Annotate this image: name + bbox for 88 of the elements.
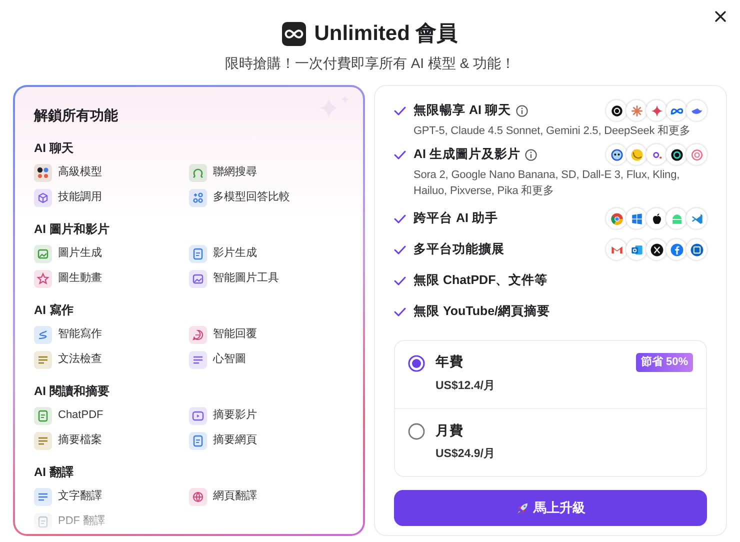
feature-label: PDF 翻譯 (58, 514, 106, 530)
image-icon (189, 270, 208, 288)
feature-label: 心智圖 (213, 352, 246, 368)
section-heading: AI 圖片和影片 (34, 220, 110, 238)
starburst-logo-icon (626, 100, 647, 121)
infinity-logo-icon (282, 22, 306, 46)
plan-option[interactable]: 月費 US$24.9/月 (395, 408, 706, 476)
section-heading: AI 翻譯 (34, 464, 74, 480)
feature-label: 摘要影片 (213, 408, 258, 424)
feature-label: 聯網搜尋 (213, 165, 258, 180)
benefit-title: 跨平台 AI 助手 (413, 210, 498, 228)
benefit-detail: Sora 2, Google Nano Banana, SD, Dall-E 3, Flux, Kling, Hailuo, Pixverse, Pika 和更多 (412, 168, 681, 198)
image-icon (34, 244, 52, 262)
dialog-subtitle: 限時搶購！一次付費即享所有 AI 模型 & 功能！ (224, 54, 516, 72)
check-icon (394, 244, 406, 254)
plan-price: US$12.4/月 (435, 378, 496, 394)
close-icon (714, 10, 726, 22)
dot-ring-logo-icon (646, 144, 667, 165)
plan-name: 月費 (435, 422, 464, 440)
chat-bubble-icon (189, 326, 208, 344)
loop-logo-icon (666, 100, 687, 121)
feature-label: 摘要檔案 (58, 432, 102, 448)
benefit-title: 無限暢享 AI 聊天 (413, 102, 511, 120)
lines-icon (34, 432, 52, 450)
face-logo-icon (606, 144, 627, 165)
swirl-logo-icon (686, 144, 707, 165)
document-icon (189, 432, 208, 450)
benefit-detail: GPT-5, Claude 4.5 Sonnet, Gemini 2.5, DeepSeek 和更多 (412, 124, 692, 138)
browser-logo-icon (606, 208, 627, 229)
upgrade-button[interactable]: 馬上升級 (394, 490, 707, 526)
feature-label: 多模型回答比較 (213, 190, 290, 206)
whale-logo-icon (686, 100, 707, 121)
benefit-title: 無限 ChatPDF、文件等 (413, 272, 548, 290)
feature-label: 圖片生成 (58, 246, 102, 262)
section-heading: AI 聊天 (34, 140, 74, 156)
feature-label: 高級模型 (58, 164, 102, 180)
code-editor-logo-icon (686, 208, 707, 229)
check-icon (394, 276, 406, 286)
radio-button[interactable] (408, 354, 426, 372)
check-icon (394, 106, 406, 116)
circle-f-logo-icon (666, 239, 687, 260)
benefit-title: 無限 YouTube/網頁摘要 (413, 303, 550, 320)
square-logo-icon (686, 239, 707, 260)
plan-name: 年費 (435, 353, 464, 372)
banana-logo-icon (626, 144, 647, 165)
feature-label: 摘要網頁 (213, 432, 258, 448)
benefit-title: AI 生成圖片及影片 (413, 146, 520, 164)
app-grid-icon (34, 164, 52, 182)
envelope-logo-icon (626, 239, 647, 260)
document-icon (34, 406, 52, 424)
check-icon (394, 306, 406, 316)
lines-icon (189, 350, 208, 368)
benefit-title: 多平台功能擴展 (413, 241, 504, 258)
lines-icon (34, 350, 52, 368)
plan-option[interactable]: 年費 節省 50% US$12.4/月 (395, 340, 706, 408)
feature-label: 網頁翻譯 (213, 489, 258, 504)
section-heading: AI 閱讀和摘要 (34, 382, 110, 400)
feature-label: 文字翻譯 (58, 488, 102, 504)
info-icon[interactable] (516, 104, 528, 116)
apple-logo-icon (646, 208, 667, 229)
cube-icon (34, 188, 52, 206)
document-icon (189, 244, 208, 262)
feature-label: 影片生成 (213, 246, 258, 262)
ring-logo-icon (666, 144, 687, 165)
feature-label: 智能回覆 (213, 327, 258, 342)
discount-badge: 節省 50% (636, 353, 693, 372)
shapes-icon (189, 188, 208, 206)
squiggle-icon (34, 326, 52, 344)
dialog-title: Unlimited 會員 (314, 21, 458, 47)
mail-logo-icon (606, 239, 627, 260)
rocket-icon (516, 502, 529, 514)
info-icon[interactable] (525, 148, 538, 160)
feature-label: 技能調用 (58, 190, 102, 206)
feature-label: ChatPDF (58, 408, 104, 424)
headset-icon (189, 164, 208, 182)
windows-logo-icon (626, 208, 647, 229)
radio-button[interactable] (408, 422, 426, 440)
check-icon (394, 214, 406, 224)
panel-title: 解鎖所有功能 (34, 106, 119, 124)
feature-label: 智能寫作 (58, 326, 102, 342)
feature-label: 智能圖片工具 (213, 271, 280, 286)
check-icon (394, 150, 406, 160)
feature-label: 圖生動畫 (58, 271, 102, 286)
play-screen-icon (189, 406, 208, 424)
feature-label: 文法檢查 (58, 352, 102, 368)
section-heading: AI 寫作 (34, 302, 74, 318)
plan-price: US$24.9/月 (435, 446, 496, 462)
cross-logo-icon (646, 239, 667, 260)
